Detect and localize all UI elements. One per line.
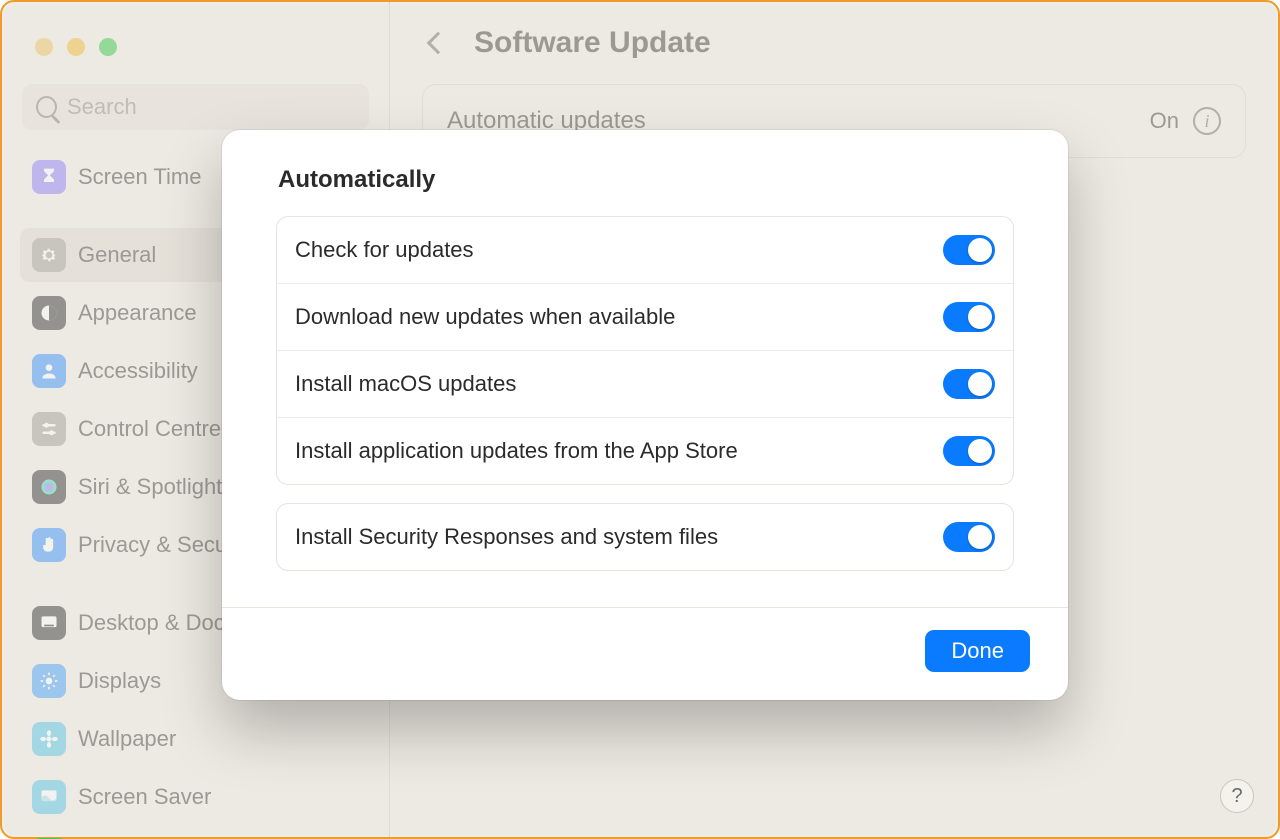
sliders-icon (32, 412, 66, 446)
toggle-security-responses[interactable] (943, 522, 995, 552)
sidebar-item-screen-saver[interactable]: Screen Saver (20, 770, 371, 824)
sun-icon (32, 664, 66, 698)
help-button[interactable]: ? (1220, 779, 1254, 813)
dock-icon (32, 606, 66, 640)
search-input[interactable] (67, 94, 355, 120)
sidebar-item-label: Accessibility (78, 358, 198, 384)
toggle-install-macos[interactable] (943, 369, 995, 399)
close-window-button[interactable] (35, 38, 53, 56)
main-header: Software Update (422, 26, 1246, 60)
page-title: Software Update (474, 26, 711, 60)
sidebar-item-label: Screen Time (78, 164, 202, 190)
card-status-group: On i (1150, 107, 1221, 135)
done-button[interactable]: Done (925, 630, 1030, 672)
contrast-icon (32, 296, 66, 330)
search-field-container[interactable] (22, 84, 369, 130)
sidebar-item-label: Control Centre (78, 416, 221, 442)
row-label: Download new updates when available (295, 304, 675, 330)
automatic-updates-sheet: Automatically Check for updates Download … (222, 130, 1068, 700)
settings-row: Install macOS updates (277, 350, 1013, 417)
sheet-footer: Done (222, 607, 1068, 676)
settings-row: Download new updates when available (277, 283, 1013, 350)
sidebar-item-wallpaper[interactable]: Wallpaper (20, 712, 371, 766)
settings-group: Install Security Responses and system fi… (276, 503, 1014, 571)
zoom-window-button[interactable] (99, 38, 117, 56)
toggle-install-app-store[interactable] (943, 436, 995, 466)
siri-icon (32, 470, 66, 504)
card-status-label: On (1150, 108, 1179, 134)
sidebar-item-label: Appearance (78, 300, 197, 326)
sidebar-item-label: General (78, 242, 156, 268)
hand-icon (32, 528, 66, 562)
hourglass-icon (32, 160, 66, 194)
sidebar-item-label: Wallpaper (78, 726, 176, 752)
system-settings-window: Screen Time General Appearance Accessibilit… (0, 0, 1280, 839)
info-icon[interactable]: i (1193, 107, 1221, 135)
search-icon (36, 96, 57, 118)
screensaver-icon (32, 780, 66, 814)
row-label: Install application updates from the App… (295, 438, 738, 464)
row-label: Install Security Responses and system fi… (295, 524, 718, 550)
flower-icon (32, 722, 66, 756)
toggle-check-updates[interactable] (943, 235, 995, 265)
sidebar-item-label: Displays (78, 668, 161, 694)
row-label: Install macOS updates (295, 371, 516, 397)
settings-row: Check for updates (277, 217, 1013, 283)
sidebar-item-label: Siri & Spotlight (78, 474, 222, 500)
sidebar-item-battery[interactable]: Battery (20, 828, 371, 839)
settings-row: Install application updates from the App… (277, 417, 1013, 484)
sheet-title: Automatically (276, 166, 1014, 194)
gear-icon (32, 238, 66, 272)
sidebar-item-label: Desktop & Dock (78, 610, 236, 636)
traffic-lights (20, 30, 371, 84)
settings-row: Install Security Responses and system fi… (277, 504, 1013, 570)
person-icon (32, 354, 66, 388)
back-button[interactable] (422, 29, 454, 57)
chevron-left-icon (427, 32, 450, 55)
row-label: Check for updates (295, 237, 474, 263)
sidebar-item-label: Screen Saver (78, 784, 211, 810)
toggle-download-updates[interactable] (943, 302, 995, 332)
minimize-window-button[interactable] (67, 38, 85, 56)
settings-group: Check for updates Download new updates wh… (276, 216, 1014, 485)
